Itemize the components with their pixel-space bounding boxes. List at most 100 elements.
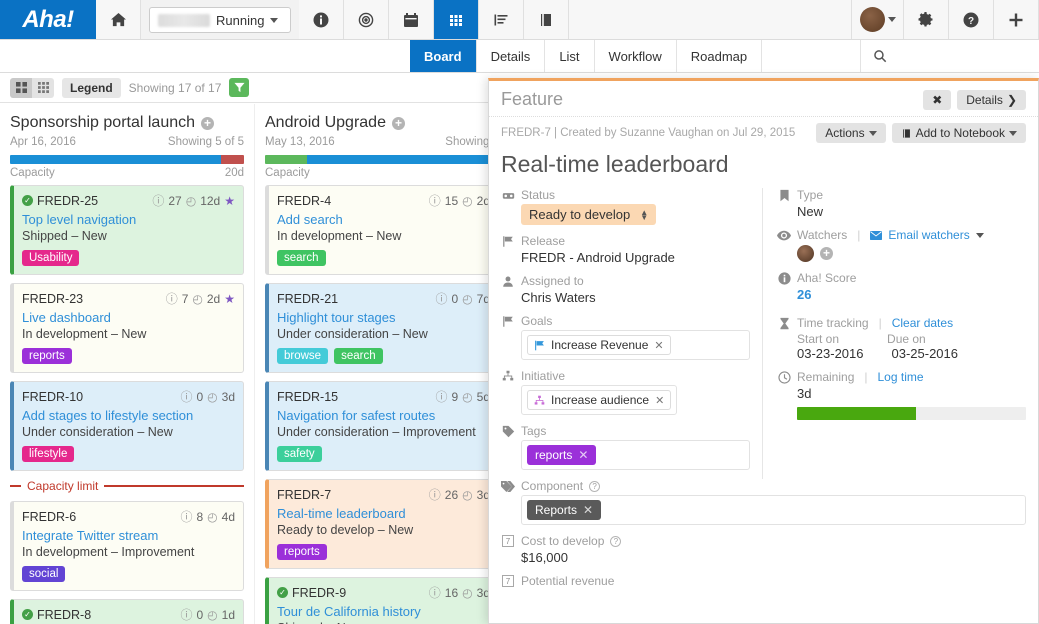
component-token[interactable]: Reports ✕ bbox=[527, 500, 601, 520]
score-icon: ⓘ bbox=[435, 290, 447, 307]
home-icon[interactable] bbox=[96, 0, 141, 39]
tag[interactable]: search bbox=[334, 348, 383, 364]
clock-icon: ◴ bbox=[462, 292, 472, 306]
toggle-small-cards[interactable] bbox=[32, 78, 54, 98]
target-icon[interactable] bbox=[344, 0, 389, 39]
tag[interactable]: search bbox=[277, 250, 326, 266]
assigned-value[interactable]: Chris Waters bbox=[501, 290, 750, 305]
search-input[interactable] bbox=[861, 40, 1039, 72]
tag[interactable]: safety bbox=[277, 446, 322, 462]
feature-card[interactable]: FREDR-23 ⓘ 7 ◴ 2d ★ Live dashboard In de… bbox=[10, 283, 244, 373]
feature-card[interactable]: FREDR-4 ⓘ 15 ◴ 2d Add search In developm… bbox=[265, 185, 499, 275]
score-icon: ⓘ bbox=[180, 388, 192, 405]
info-icon[interactable] bbox=[299, 0, 344, 39]
remove-icon[interactable]: ✕ bbox=[578, 448, 588, 462]
legend-button[interactable]: Legend bbox=[62, 78, 121, 98]
watcher-avatar[interactable] bbox=[797, 245, 814, 262]
status-dropdown[interactable]: Ready to develop ▲▼ bbox=[521, 204, 656, 225]
feature-card[interactable]: FREDR-10 ⓘ 0 ◴ 3d Add stages to lifestyl… bbox=[10, 381, 244, 471]
card-score: 9 bbox=[451, 390, 458, 404]
remove-icon[interactable]: ✕ bbox=[655, 394, 664, 407]
add-feature-icon[interactable]: + bbox=[201, 117, 214, 130]
log-time-link[interactable]: Log time bbox=[878, 370, 924, 384]
add-to-notebook-button[interactable]: Add to Notebook bbox=[892, 123, 1026, 143]
feature-card[interactable]: FREDR-6 ⓘ 8 ◴ 4d Integrate Twitter strea… bbox=[10, 501, 244, 591]
remove-icon[interactable]: ✕ bbox=[654, 339, 663, 352]
tag[interactable]: Usability bbox=[22, 250, 79, 266]
project-selector[interactable]: Running bbox=[149, 7, 291, 33]
card-time: 1d bbox=[222, 608, 235, 622]
tag-token[interactable]: reports ✕ bbox=[527, 445, 596, 465]
help-icon[interactable]: ? bbox=[610, 536, 621, 547]
gear-icon[interactable] bbox=[904, 0, 949, 39]
initiative-token[interactable]: Increase audience ✕ bbox=[527, 390, 671, 410]
card-score: 27 bbox=[168, 194, 181, 208]
email-watchers-link[interactable]: Email watchers bbox=[888, 228, 969, 242]
feature-card[interactable]: ✓ FREDR-25 ⓘ 27 ◴ 12d ★ Top level naviga… bbox=[10, 185, 244, 275]
filter-button[interactable] bbox=[229, 78, 249, 97]
calendar-icon[interactable] bbox=[389, 0, 434, 39]
card-name[interactable]: Live dashboard bbox=[22, 310, 235, 325]
feature-card[interactable]: FREDR-21 ⓘ 0 ◴ 7d Highlight tour stages … bbox=[265, 283, 499, 373]
due-on-value[interactable]: 03-25-2016 bbox=[892, 346, 959, 361]
card-name[interactable]: Tour de California history bbox=[277, 604, 490, 619]
card-name[interactable]: Add stages to lifestyle section bbox=[22, 408, 235, 423]
tab-workflow[interactable]: Workflow bbox=[595, 40, 677, 72]
aha-logo[interactable]: Aha! bbox=[0, 0, 96, 39]
card-name[interactable]: Add search bbox=[277, 212, 490, 227]
user-avatar-menu[interactable] bbox=[852, 0, 904, 39]
card-name[interactable]: Integrate Twitter stream bbox=[22, 528, 235, 543]
capacity-segment-used bbox=[307, 155, 499, 164]
release-value[interactable]: FREDR - Android Upgrade bbox=[501, 250, 750, 265]
help-icon[interactable]: ? bbox=[949, 0, 994, 39]
goal-label: Increase Revenue bbox=[551, 338, 648, 352]
panel-right-column: Type New Watchers | Email watchers bbox=[763, 188, 1026, 479]
tab-list[interactable]: List bbox=[545, 40, 594, 72]
add-feature-icon[interactable]: + bbox=[392, 117, 405, 130]
plus-icon[interactable] bbox=[994, 0, 1039, 39]
feature-card[interactable]: ✓ FREDR-8 ⓘ 0 ◴ 1d bbox=[10, 599, 244, 624]
tab-details[interactable]: Details bbox=[477, 40, 546, 72]
type-value[interactable]: New bbox=[777, 204, 1026, 219]
panel-field-columns: Status Ready to develop ▲▼ Release FRED bbox=[489, 188, 1038, 479]
score-value[interactable]: 26 bbox=[777, 287, 1026, 302]
card-name[interactable]: Highlight tour stages bbox=[277, 310, 490, 325]
cost-value[interactable]: $16,000 bbox=[501, 550, 1026, 565]
list-icon[interactable] bbox=[479, 0, 524, 39]
capacity-footer: Capacity bbox=[265, 167, 499, 179]
feature-card-selected[interactable]: FREDR-7 ⓘ 26 ◴ 3d Real-time leaderboard … bbox=[265, 479, 499, 569]
tab-board[interactable]: Board bbox=[410, 40, 477, 72]
component-token-input[interactable]: Reports ✕ bbox=[521, 495, 1026, 525]
card-name[interactable]: Real-time leaderboard bbox=[277, 506, 490, 521]
feature-card[interactable]: ✓ FREDR-9 ⓘ 16 ◴ 3d Tour de California h… bbox=[265, 577, 499, 624]
help-icon[interactable]: ? bbox=[589, 481, 600, 492]
clear-dates-link[interactable]: Clear dates bbox=[892, 316, 953, 330]
goal-token[interactable]: Increase Revenue ✕ bbox=[527, 335, 671, 355]
grid-icon[interactable] bbox=[434, 0, 479, 39]
tag[interactable]: lifestyle bbox=[22, 446, 74, 462]
close-icon[interactable]: ✖ bbox=[923, 90, 951, 110]
card-name[interactable]: Navigation for safest routes bbox=[277, 408, 490, 423]
goals-token-input[interactable]: Increase Revenue ✕ bbox=[521, 330, 750, 360]
details-button[interactable]: Details ❯ bbox=[957, 90, 1026, 110]
remove-icon[interactable]: ✕ bbox=[583, 503, 593, 517]
breadcrumb: FREDR-7 | Created by Suzanne Vaughan on … bbox=[501, 127, 795, 139]
tags-token-input[interactable]: reports ✕ bbox=[521, 440, 750, 470]
tag[interactable]: social bbox=[22, 566, 65, 582]
card-status: In development – New bbox=[22, 327, 235, 341]
card-top-row: FREDR-7 ⓘ 26 ◴ 3d bbox=[277, 486, 490, 503]
start-on-value[interactable]: 03-23-2016 bbox=[797, 346, 864, 361]
tag[interactable]: browse bbox=[277, 348, 328, 364]
actions-button[interactable]: Actions bbox=[816, 123, 885, 143]
card-name[interactable]: Top level navigation bbox=[22, 212, 235, 227]
chevron-down-icon bbox=[270, 18, 278, 23]
tag[interactable]: reports bbox=[277, 544, 327, 560]
feature-card[interactable]: FREDR-15 ⓘ 9 ◴ 5d Navigation for safest … bbox=[265, 381, 499, 471]
tab-roadmap[interactable]: Roadmap bbox=[677, 40, 762, 72]
toggle-large-cards[interactable] bbox=[10, 78, 32, 98]
initiative-token-input[interactable]: Increase audience ✕ bbox=[521, 385, 677, 415]
panel-kind-label: Feature bbox=[501, 89, 563, 110]
add-watcher-icon[interactable]: + bbox=[820, 247, 833, 260]
tag[interactable]: reports bbox=[22, 348, 72, 364]
notebook-icon[interactable] bbox=[524, 0, 569, 39]
